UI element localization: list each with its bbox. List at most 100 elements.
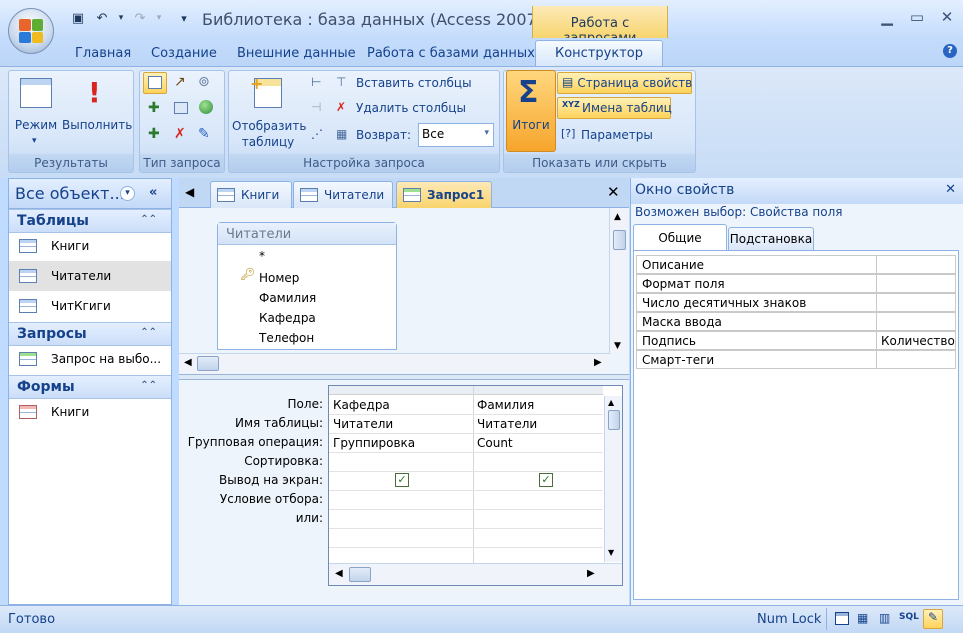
- design-view-icon[interactable]: ✎: [923, 609, 943, 629]
- office-button[interactable]: [8, 8, 54, 54]
- property-row-description[interactable]: Описание: [636, 255, 956, 274]
- nav-item-table-readers[interactable]: Читатели: [9, 261, 171, 291]
- col2-field[interactable]: Фамилия: [477, 398, 534, 412]
- undo-dropdown-icon[interactable]: ▾: [113, 10, 129, 26]
- tab-database-tools[interactable]: Работа с базами данных: [367, 46, 535, 61]
- scroll-up-icon[interactable]: ▲: [608, 398, 614, 407]
- view-mode-button[interactable]: Режим: [14, 118, 58, 132]
- sql-view-icon[interactable]: SQL: [899, 612, 919, 622]
- nav-item-query-select[interactable]: Запрос на выбо...: [9, 344, 171, 374]
- col2-total[interactable]: Count: [477, 436, 513, 450]
- scroll-down-icon[interactable]: ▼: [608, 548, 614, 557]
- delete-rows-button[interactable]: ⊣: [311, 100, 327, 116]
- doc-tab-query1[interactable]: Запрос1: [396, 181, 492, 208]
- insert-columns-button[interactable]: ⊤ Вставить столбцы: [336, 75, 472, 91]
- property-value[interactable]: [877, 275, 957, 279]
- tab-lookup[interactable]: Подстановка: [728, 227, 814, 250]
- help-icon[interactable]: ?: [943, 44, 957, 58]
- scroll-thumb[interactable]: [608, 410, 620, 430]
- datasheet-view-icon[interactable]: [835, 612, 849, 625]
- scroll-right-icon[interactable]: ▶: [587, 568, 595, 579]
- property-value[interactable]: [877, 313, 957, 317]
- close-button[interactable]: ✕: [936, 8, 958, 26]
- tab-home[interactable]: Главная: [75, 46, 131, 61]
- property-row-format[interactable]: Формат поля: [636, 274, 956, 293]
- collapse-section-icon[interactable]: ⌃⌃: [140, 214, 157, 225]
- close-icon[interactable]: ✕: [945, 182, 956, 197]
- field-list-item[interactable]: *: [259, 249, 265, 263]
- return-select[interactable]: Все ▾: [418, 123, 494, 147]
- collapse-section-icon[interactable]: ⌃⌃: [140, 380, 157, 391]
- builder-button[interactable]: ⋰: [311, 127, 327, 143]
- property-value[interactable]: [877, 294, 957, 298]
- grid-vertical-scrollbar[interactable]: ▲ ▼: [604, 396, 622, 562]
- delete-columns-button[interactable]: ✗ Удалить столбцы: [336, 100, 466, 116]
- field-list-item[interactable]: Телефон: [259, 331, 314, 345]
- nav-menu-dropdown-icon[interactable]: ▾: [120, 186, 135, 201]
- data-definition-query-icon[interactable]: ✎: [198, 126, 210, 142]
- grid-horizontal-scrollbar[interactable]: ◀ ▶: [329, 563, 622, 585]
- delete-query-icon[interactable]: ✗: [174, 126, 186, 142]
- customize-qat-icon[interactable]: ▾: [176, 10, 192, 26]
- col2-table[interactable]: Читатели: [477, 417, 537, 431]
- doc-tab-readers[interactable]: Читатели: [293, 181, 393, 208]
- tab-general[interactable]: Общие: [633, 224, 727, 250]
- scroll-right-icon[interactable]: ▶: [594, 357, 602, 368]
- scroll-tabs-left-icon[interactable]: ◀: [185, 185, 194, 199]
- nav-item-form-books[interactable]: Книги: [9, 397, 171, 427]
- property-row-caption[interactable]: Подпись Количество: [636, 331, 956, 350]
- col1-table[interactable]: Читатели: [333, 417, 393, 431]
- tab-external-data[interactable]: Внешние данные: [237, 46, 356, 61]
- col1-field[interactable]: Кафедра: [333, 398, 390, 412]
- scroll-down-icon[interactable]: ▼: [614, 341, 621, 351]
- property-value[interactable]: [877, 256, 957, 260]
- nav-header[interactable]: Все объект... ▾ «: [9, 179, 171, 209]
- nav-section-forms[interactable]: Формы ⌃⌃: [9, 375, 171, 399]
- upper-vertical-scrollbar[interactable]: ▲ ▼: [609, 208, 629, 354]
- scroll-left-icon[interactable]: ◀: [335, 568, 343, 579]
- save-icon[interactable]: ▣: [70, 10, 86, 26]
- scroll-up-icon[interactable]: ▲: [614, 212, 621, 222]
- crosstab-query-icon[interactable]: ⊚: [198, 74, 210, 90]
- nav-section-tables[interactable]: Таблицы ⌃⌃: [9, 209, 171, 233]
- run-button[interactable]: Выполнить: [62, 118, 132, 132]
- parameters-button[interactable]: [?] Параметры: [561, 127, 653, 143]
- doc-tab-books[interactable]: Книги: [210, 181, 292, 208]
- property-sheet-button[interactable]: ▤ Страница свойств: [557, 72, 692, 94]
- field-list-item[interactable]: Номер: [259, 271, 299, 285]
- minimize-button[interactable]: ▁: [876, 8, 898, 26]
- table-names-button[interactable]: XYZ Имена таблиц: [557, 97, 672, 119]
- field-list-title[interactable]: Читатели: [218, 223, 396, 245]
- nav-item-table-books[interactable]: Книги: [9, 231, 171, 261]
- append-query-icon[interactable]: ✚: [148, 100, 160, 116]
- upper-horizontal-scrollbar[interactable]: ◀ ▶: [179, 353, 609, 373]
- insert-rows-button[interactable]: ⊢: [311, 75, 327, 91]
- property-value[interactable]: [877, 351, 957, 355]
- undo-icon[interactable]: ↶: [94, 10, 110, 26]
- property-row-input-mask[interactable]: Маска ввода: [636, 312, 956, 331]
- view-mode-dropdown-icon[interactable]: ▾: [32, 136, 37, 146]
- maximize-button[interactable]: ▭: [906, 8, 928, 26]
- col2-show-checkbox[interactable]: ✓: [539, 473, 553, 487]
- close-document-icon[interactable]: ✕: [607, 183, 620, 201]
- col1-show-checkbox[interactable]: ✓: [395, 473, 409, 487]
- show-table-button[interactable]: Отобразить таблицу: [232, 118, 306, 150]
- col1-total[interactable]: Группировка: [333, 436, 415, 450]
- make-table-query-icon[interactable]: ↗: [174, 74, 186, 90]
- field-list-item[interactable]: Фамилия: [259, 291, 316, 305]
- column-selectors[interactable]: [329, 386, 603, 395]
- property-value[interactable]: Количество: [877, 332, 957, 350]
- nav-section-queries[interactable]: Запросы ⌃⌃: [9, 322, 171, 346]
- tab-design[interactable]: Конструктор: [535, 40, 663, 67]
- field-list-item[interactable]: Кафедра: [259, 311, 316, 325]
- scroll-thumb[interactable]: [197, 356, 219, 371]
- collapse-pane-icon[interactable]: «: [149, 185, 157, 200]
- collapse-section-icon[interactable]: ⌃⌃: [140, 327, 157, 338]
- update-query-icon[interactable]: [174, 102, 188, 114]
- scroll-left-icon[interactable]: ◀: [184, 357, 192, 368]
- tab-create[interactable]: Создание: [151, 46, 217, 61]
- nav-item-table-chitkgigi[interactable]: ЧитКгиги: [9, 291, 171, 321]
- property-row-decimal-places[interactable]: Число десятичных знаков: [636, 293, 956, 312]
- union-query-icon[interactable]: [199, 100, 213, 114]
- scroll-thumb[interactable]: [349, 567, 371, 582]
